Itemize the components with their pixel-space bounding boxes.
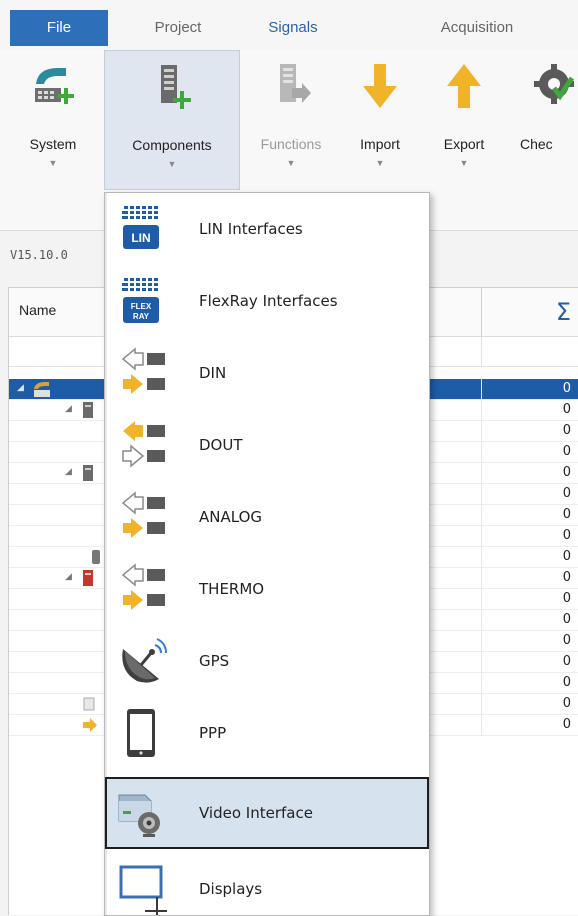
import-button[interactable]: Import ▼ <box>338 50 422 190</box>
row-sum: 0 <box>562 423 571 438</box>
flexray-interface-icon: FLEX RAY <box>122 278 159 323</box>
row-sum: 0 <box>562 612 571 627</box>
menu-item-label: PPP <box>199 724 227 742</box>
system-icon <box>35 68 74 104</box>
component-node-icon <box>83 402 93 418</box>
functions-button[interactable]: Functions ▼ <box>246 50 336 190</box>
menu-tab-project[interactable]: Project <box>128 10 228 46</box>
menu-bar: File Project Signals Acquisition <box>0 0 578 50</box>
menu-item-label: DOUT <box>199 436 243 454</box>
row-sum: 0 <box>562 528 571 543</box>
analog-icon <box>121 491 165 538</box>
expand-arrow-icon[interactable]: ◢ <box>65 572 72 582</box>
system-button[interactable]: System ▼ <box>8 50 98 190</box>
menu-tab-file[interactable]: File <box>10 10 108 46</box>
chevron-down-icon: ▼ <box>459 158 469 168</box>
menu-item-label: LIN Interfaces <box>199 220 303 238</box>
row-sum: 0 <box>562 507 571 522</box>
row-sum: 0 <box>562 633 571 648</box>
export-button[interactable]: Export ▼ <box>424 50 504 190</box>
check-gear-icon <box>534 64 574 104</box>
menu-item-label: ANALOG <box>199 508 262 526</box>
row-sum: 0 <box>562 654 571 669</box>
row-sum: 0 <box>562 696 571 711</box>
functions-button-label: Functions <box>260 136 322 152</box>
check-button[interactable]: Chec <box>514 50 578 190</box>
system-node-icon <box>34 382 50 397</box>
menu-item-label: FlexRay Interfaces <box>199 292 338 310</box>
row-sum: 0 <box>562 675 571 690</box>
export-arrow-icon <box>447 64 481 108</box>
menu-item-gps[interactable]: GPS <box>105 625 429 697</box>
ppp-tablet-icon <box>127 709 155 757</box>
menu-item-thermo[interactable]: THERMO <box>105 553 429 625</box>
row-sum: 0 <box>562 591 571 606</box>
row-sum: 0 <box>562 549 571 564</box>
menu-item-ppp[interactable]: PPP <box>105 697 429 769</box>
row-sum: 0 <box>562 402 571 417</box>
chevron-down-icon: ▼ <box>48 158 58 168</box>
component-node-icon <box>83 465 93 481</box>
system-button-label: System <box>29 136 77 152</box>
svg-text:LIN: LIN <box>131 231 150 245</box>
menu-tab-signals[interactable]: Signals <box>248 10 338 46</box>
functions-icon <box>280 64 311 103</box>
expand-arrow-icon[interactable]: ◢ <box>17 383 24 393</box>
row-sum: 0 <box>562 570 571 585</box>
components-button-label: Components <box>132 137 212 153</box>
lin-interface-icon: LIN <box>122 206 159 249</box>
components-dropdown-menu: LIN LIN Interfaces FLEX RAY FlexRay Inte… <box>104 192 430 916</box>
row-sum: 0 <box>562 486 571 501</box>
function-node-icon <box>83 697 95 711</box>
svg-text:RAY: RAY <box>133 312 150 321</box>
menu-item-lin-interfaces[interactable]: LIN LIN Interfaces <box>105 193 429 265</box>
row-sum: 0 <box>562 444 571 459</box>
thermo-icon <box>121 563 165 610</box>
menu-item-analog[interactable]: ANALOG <box>105 481 429 553</box>
row-sum: 0 <box>562 465 571 480</box>
components-button[interactable]: Components ▼ <box>104 50 240 190</box>
check-button-label: Chec <box>520 136 553 152</box>
din-icon <box>121 347 165 394</box>
menu-item-label: Displays <box>199 880 263 898</box>
version-label: V15.10.0 <box>10 248 68 262</box>
menu-item-dout[interactable]: DOUT <box>105 409 429 481</box>
expand-arrow-icon[interactable]: ◢ <box>65 467 72 477</box>
row-sum: 0 <box>562 717 571 732</box>
chevron-down-icon: ▼ <box>375 158 385 168</box>
chevron-down-icon: ▼ <box>167 159 177 169</box>
expand-arrow-icon[interactable]: ◢ <box>65 404 72 414</box>
menu-item-label: THERMO <box>199 580 265 598</box>
video-interface-icon <box>118 794 160 837</box>
import-button-label: Import <box>360 136 400 152</box>
svg-text:FLEX: FLEX <box>131 302 152 311</box>
column-header-sum[interactable]: Σ <box>481 288 578 336</box>
displays-icon <box>119 865 167 915</box>
column-header-name[interactable]: Name <box>19 302 56 318</box>
menu-item-label: Video Interface <box>199 804 313 822</box>
row-sum: 0 <box>562 381 571 396</box>
menu-item-din[interactable]: DIN <box>105 337 429 409</box>
menu-item-displays[interactable]: Displays <box>105 853 429 915</box>
export-button-label: Export <box>443 136 485 152</box>
menu-item-video-interface[interactable]: Video Interface <box>105 777 429 849</box>
arrow-node-icon <box>83 718 97 732</box>
dout-icon <box>122 421 165 468</box>
chevron-down-icon: ▼ <box>286 158 296 168</box>
menu-tab-acquisition[interactable]: Acquisition <box>412 10 542 46</box>
menu-item-flexray-interfaces[interactable]: FLEX RAY FlexRay Interfaces <box>105 265 429 337</box>
import-arrow-icon <box>363 64 397 108</box>
components-icon <box>161 65 191 109</box>
gps-satellite-icon <box>122 638 167 683</box>
menu-item-label: GPS <box>199 652 230 670</box>
menu-item-label: DIN <box>199 364 227 382</box>
component-node-icon <box>83 570 93 586</box>
device-node-icon <box>92 550 100 564</box>
